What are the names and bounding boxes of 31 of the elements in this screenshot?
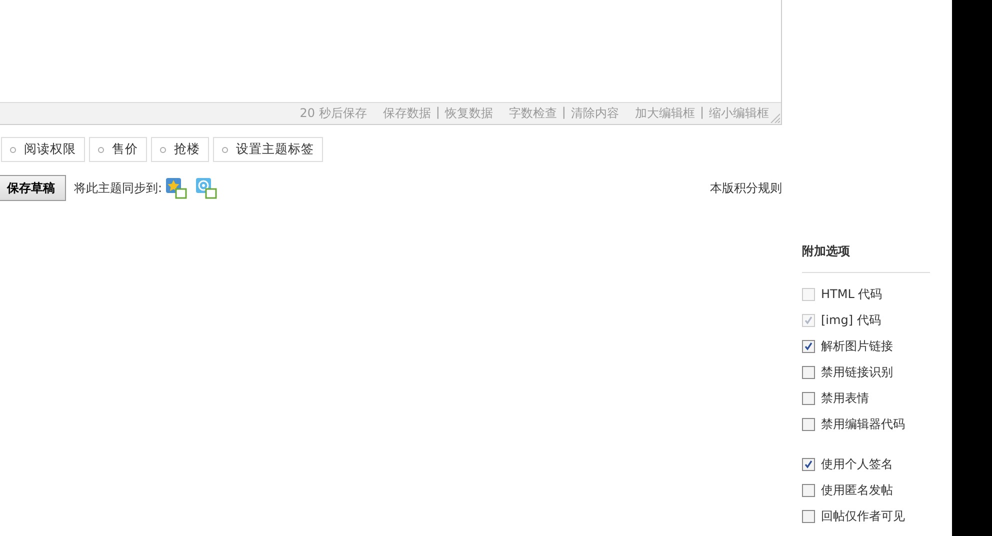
options-title: 附加选项	[802, 243, 930, 273]
save-draft-button[interactable]: 保存草稿	[0, 175, 66, 201]
option-label: 使用个人签名	[821, 456, 893, 472]
star-share-icon[interactable]	[165, 177, 188, 199]
separator: |	[700, 105, 704, 121]
broadcast-share-icon[interactable]	[195, 177, 218, 199]
checkbox[interactable]	[802, 484, 815, 496]
option-label: 禁用编辑器代码	[821, 416, 905, 432]
resize-grip-icon[interactable]	[770, 113, 780, 123]
checkbox[interactable]	[802, 392, 815, 404]
option-tab-button[interactable]: 阅读权限	[1, 137, 85, 162]
checkbox[interactable]	[802, 366, 815, 378]
option-label: HTML 代码	[821, 286, 882, 302]
checkbox[interactable]	[802, 418, 815, 430]
autosave-text: 20 秒后保存	[300, 105, 367, 122]
option-tab-button[interactable]: 售价	[89, 137, 147, 162]
option-label: 解析图片链接	[821, 338, 893, 354]
sync-label: 将此主题同步到:	[74, 180, 162, 196]
option-tab-button[interactable]: 抢楼	[151, 137, 209, 162]
option-label: 回帖仅作者可见	[821, 508, 905, 524]
option-label: 禁用链接识别	[821, 364, 893, 380]
separator: |	[436, 105, 440, 121]
option-label: 禁用表情	[821, 390, 869, 406]
checkbox[interactable]	[802, 340, 815, 352]
checkbox[interactable]	[802, 510, 815, 522]
separator: |	[562, 105, 566, 121]
option-label: [img] 代码	[821, 312, 881, 328]
checkbox[interactable]	[802, 458, 815, 470]
option-tab-button[interactable]: 设置主题标签	[213, 137, 323, 162]
rules-link[interactable]: 本版积分规则	[710, 180, 782, 196]
option-label: 使用匿名发帖	[821, 482, 893, 498]
